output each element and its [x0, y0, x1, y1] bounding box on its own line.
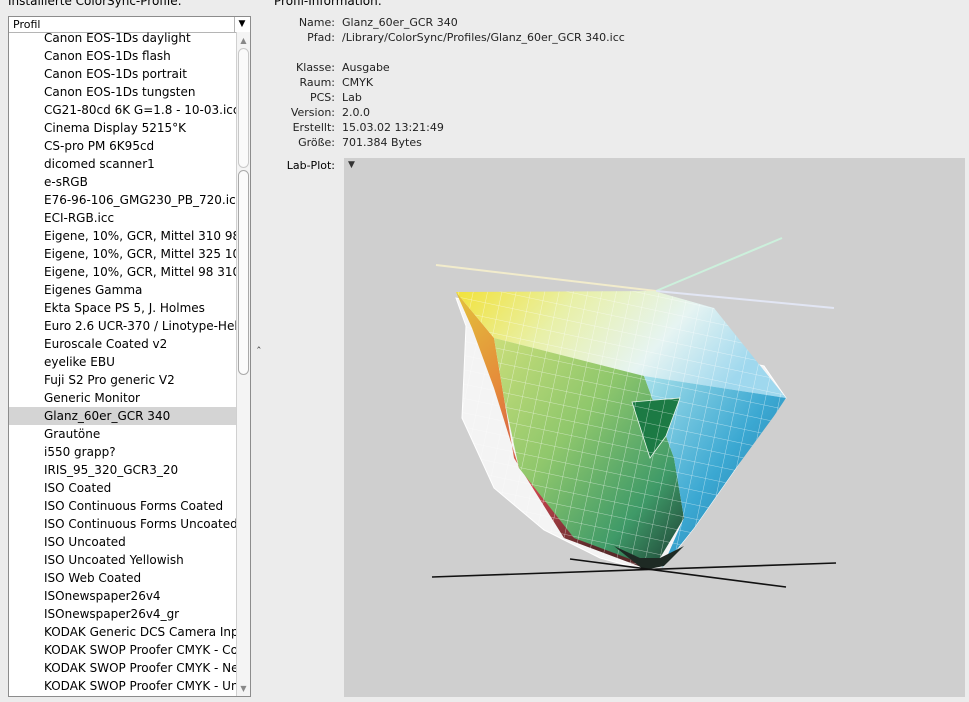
list-item[interactable]: eyelike EBU [9, 353, 236, 371]
list-item[interactable]: ISO Uncoated [9, 533, 236, 551]
lab-plot[interactable]: ▼ [344, 158, 965, 697]
list-item[interactable]: Canon EOS-1Ds flash [9, 47, 236, 65]
info-value: Glanz_60er_GCR 340 [342, 16, 458, 29]
info-key: Raum: [299, 76, 335, 89]
info-key: Pfad: [307, 31, 335, 44]
list-item[interactable]: Eigenes Gamma [9, 281, 236, 299]
installed-profiles-heading: Installierte ColorSync-Profile: [8, 0, 182, 8]
info-value: CMYK [342, 76, 374, 89]
vertical-scrollbar[interactable]: ▲ ▼ [236, 32, 250, 696]
list-item[interactable]: Cinema Display 5215°K [9, 119, 236, 137]
info-value: Ausgabe [342, 61, 390, 74]
info-key: Erstellt: [292, 121, 335, 134]
lab-plot-label: Lab-Plot: [286, 159, 335, 172]
info-value: 15.03.02 13:21:49 [342, 121, 444, 134]
info-key: Name: [298, 16, 335, 29]
list-item[interactable]: Euro 2.6 UCR-370 / Linotype-Hell [9, 317, 236, 335]
column-header-label: Profil [13, 18, 41, 31]
list-item[interactable]: Ekta Space PS 5, J. Holmes [9, 299, 236, 317]
profile-rows: Canon EOS-1Ds daylight Canon EOS-1Ds flas… [9, 32, 236, 696]
list-item[interactable]: Fuji S2 Pro generic V2 [9, 371, 236, 389]
list-item[interactable]: Generic Monitor [9, 389, 236, 407]
list-item[interactable]: Eigene, 10%, GCR, Mittel 325 100 [9, 245, 236, 263]
profile-list[interactable]: Profil ▼ Canon EOS-1Ds daylight Canon EOS… [8, 16, 251, 697]
list-item[interactable]: ISO Coated [9, 479, 236, 497]
list-item[interactable]: ECI-RGB.icc [9, 209, 236, 227]
list-item[interactable]: Canon EOS-1Ds tungsten [9, 83, 236, 101]
list-item[interactable]: IRIS_95_320_GCR3_20 [9, 461, 236, 479]
list-item[interactable]: Glanz_60er_GCR 340 [9, 407, 236, 425]
list-item[interactable]: Eigene, 10%, GCR, Mittel 310 98K [9, 227, 236, 245]
list-item[interactable]: KODAK Generic DCS Camera Input [9, 623, 236, 641]
scroll-up-icon[interactable]: ▲ [237, 34, 250, 48]
triangle-down-icon[interactable]: ▼ [234, 17, 249, 32]
info-key: Klasse: [296, 61, 335, 74]
list-item[interactable]: i550 grapp? [9, 443, 236, 461]
list-item[interactable]: CG21-80cd 6K G=1.8 - 10-03.icc [9, 101, 236, 119]
list-item[interactable]: ISOnewspaper26v4 [9, 587, 236, 605]
list-item[interactable]: dicomed scanner1 [9, 155, 236, 173]
b-axis-yellow [435, 264, 657, 292]
info-value: /Library/ColorSync/Profiles/Glanz_60er_G… [342, 31, 625, 44]
info-key: Version: [290, 106, 335, 119]
splitter-handle-icon[interactable]: ‸ [257, 336, 261, 349]
list-item[interactable]: ISO Uncoated Yellowish [9, 551, 236, 569]
list-item[interactable]: ISOnewspaper26v4_gr [9, 605, 236, 623]
list-item[interactable]: ISO Web Coated [9, 569, 236, 587]
info-value: 701.384 Bytes [342, 136, 422, 149]
scroll-thumb[interactable] [238, 170, 249, 375]
scroll-track[interactable] [238, 48, 249, 168]
info-key: Größe: [298, 136, 335, 149]
list-item[interactable]: Canon EOS-1Ds portrait [9, 65, 236, 83]
list-item[interactable]: Eigene, 10%, GCR, Mittel 98 310 [9, 263, 236, 281]
l-axis-diagonal [569, 558, 787, 588]
list-item[interactable]: ISO Continuous Forms Uncoated [9, 515, 236, 533]
list-item[interactable]: KODAK SWOP Proofer CMYK - Uncoated [9, 677, 236, 695]
list-item[interactable]: KODAK SWOP Proofer CMYK - Newsprint [9, 659, 236, 677]
info-value: Lab [342, 91, 362, 104]
a-axis-green [655, 237, 783, 292]
list-item[interactable]: Canon EOS-1Ds daylight [9, 32, 236, 47]
list-item[interactable]: Grautöne [9, 425, 236, 443]
profile-info-panel: Name: Glanz_60er_GCR 340 Pfad: /Library/Col… [262, 0, 962, 160]
list-item[interactable]: Euroscale Coated v2 [9, 335, 236, 353]
list-item[interactable]: ISO Continuous Forms Coated [9, 497, 236, 515]
list-item[interactable]: e-sRGB [9, 173, 236, 191]
info-key: PCS: [309, 91, 335, 104]
list-item[interactable]: KODAK SWOP Proofer CMYK - Coated [9, 641, 236, 659]
gamut-3d-plot [431, 237, 837, 588]
info-value: 2.0.0 [342, 106, 370, 119]
list-item[interactable]: E76-96-106_GMG230_PB_720.icc [9, 191, 236, 209]
list-item[interactable]: CS-pro PM 6K95cd [9, 137, 236, 155]
list-column-header[interactable]: Profil ▼ [9, 17, 250, 33]
list-item[interactable]: Verminderte Helligkeit [9, 695, 236, 696]
scroll-down-icon[interactable]: ▼ [237, 682, 250, 696]
